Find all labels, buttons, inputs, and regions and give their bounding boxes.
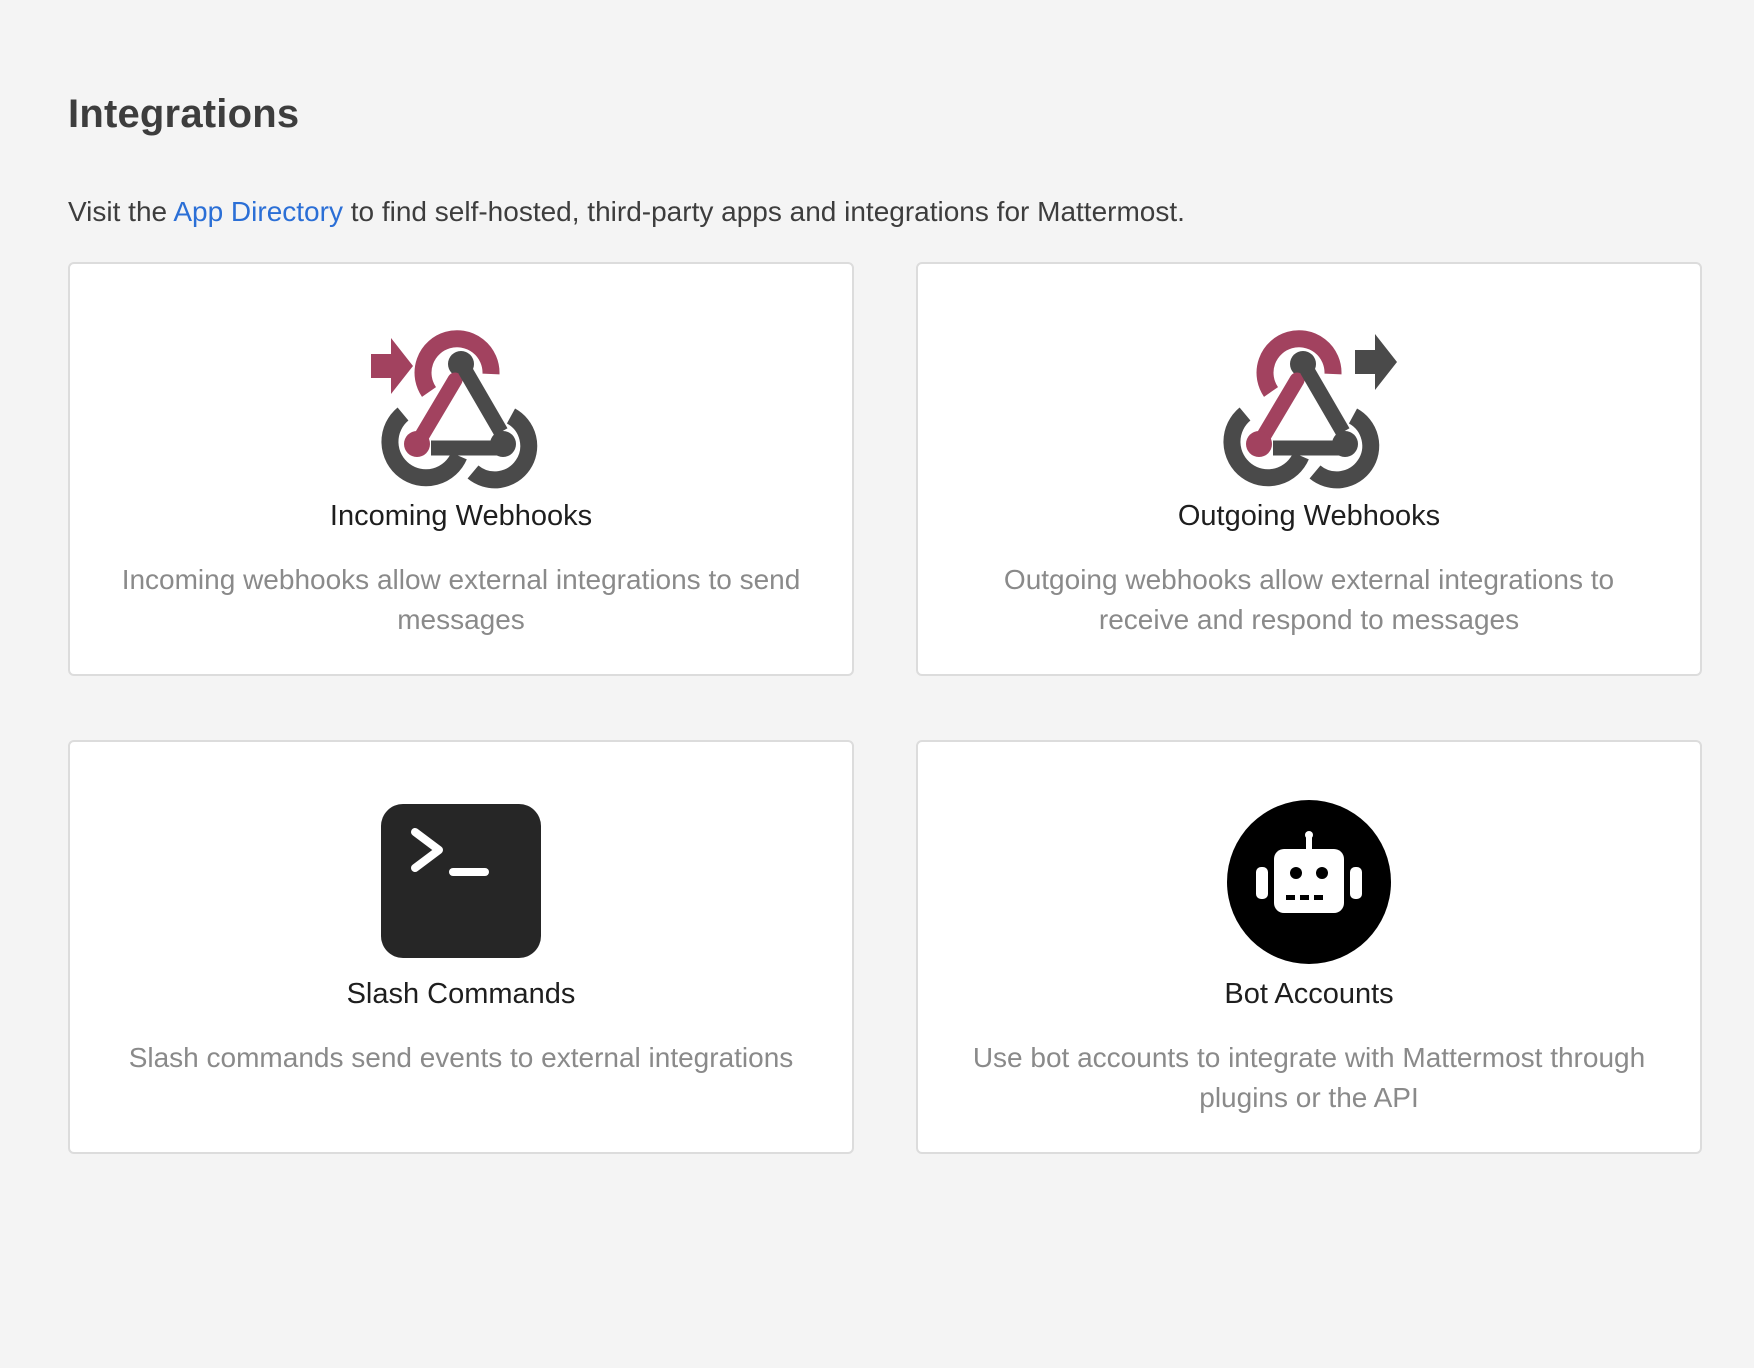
incoming-webhooks-card[interactable]: Incoming Webhooks Incoming webhooks allo…: [68, 262, 854, 676]
card-description: Incoming webhooks allow external integra…: [121, 564, 801, 635]
outgoing-webhook-icon: [918, 314, 1700, 494]
incoming-webhook-icon: [70, 314, 852, 494]
robot-icon: [918, 792, 1700, 972]
card-title: Outgoing Webhooks: [1177, 500, 1441, 532]
card-title: Slash Commands: [346, 978, 576, 1010]
card-title: Bot Accounts: [1224, 978, 1394, 1010]
card-description: Slash commands send events to external i…: [128, 1042, 794, 1073]
integrations-page: Integrations Visit the App Directory to …: [0, 0, 1754, 1368]
card-description: Outgoing webhooks allow external integra…: [1003, 564, 1615, 635]
app-directory-link[interactable]: App Directory: [173, 196, 343, 227]
slash-commands-card[interactable]: Slash Commands Slash commands send event…: [68, 740, 854, 1154]
outgoing-webhooks-card[interactable]: Outgoing Webhooks Outgoing webhooks allo…: [916, 262, 1702, 676]
terminal-icon: [70, 792, 852, 972]
card-description: Use bot accounts to integrate with Matte…: [972, 1042, 1646, 1113]
intro-suffix: to find self-hosted, third-party apps an…: [342, 196, 1185, 227]
page-title: Integrations: [68, 92, 300, 136]
card-title: Incoming Webhooks: [329, 500, 593, 532]
bot-accounts-card[interactable]: Bot Accounts Use bot accounts to integra…: [916, 740, 1702, 1154]
intro-prefix: Visit the: [68, 196, 174, 227]
intro-text: Visit the App Directory to find self-hos…: [68, 196, 1185, 228]
